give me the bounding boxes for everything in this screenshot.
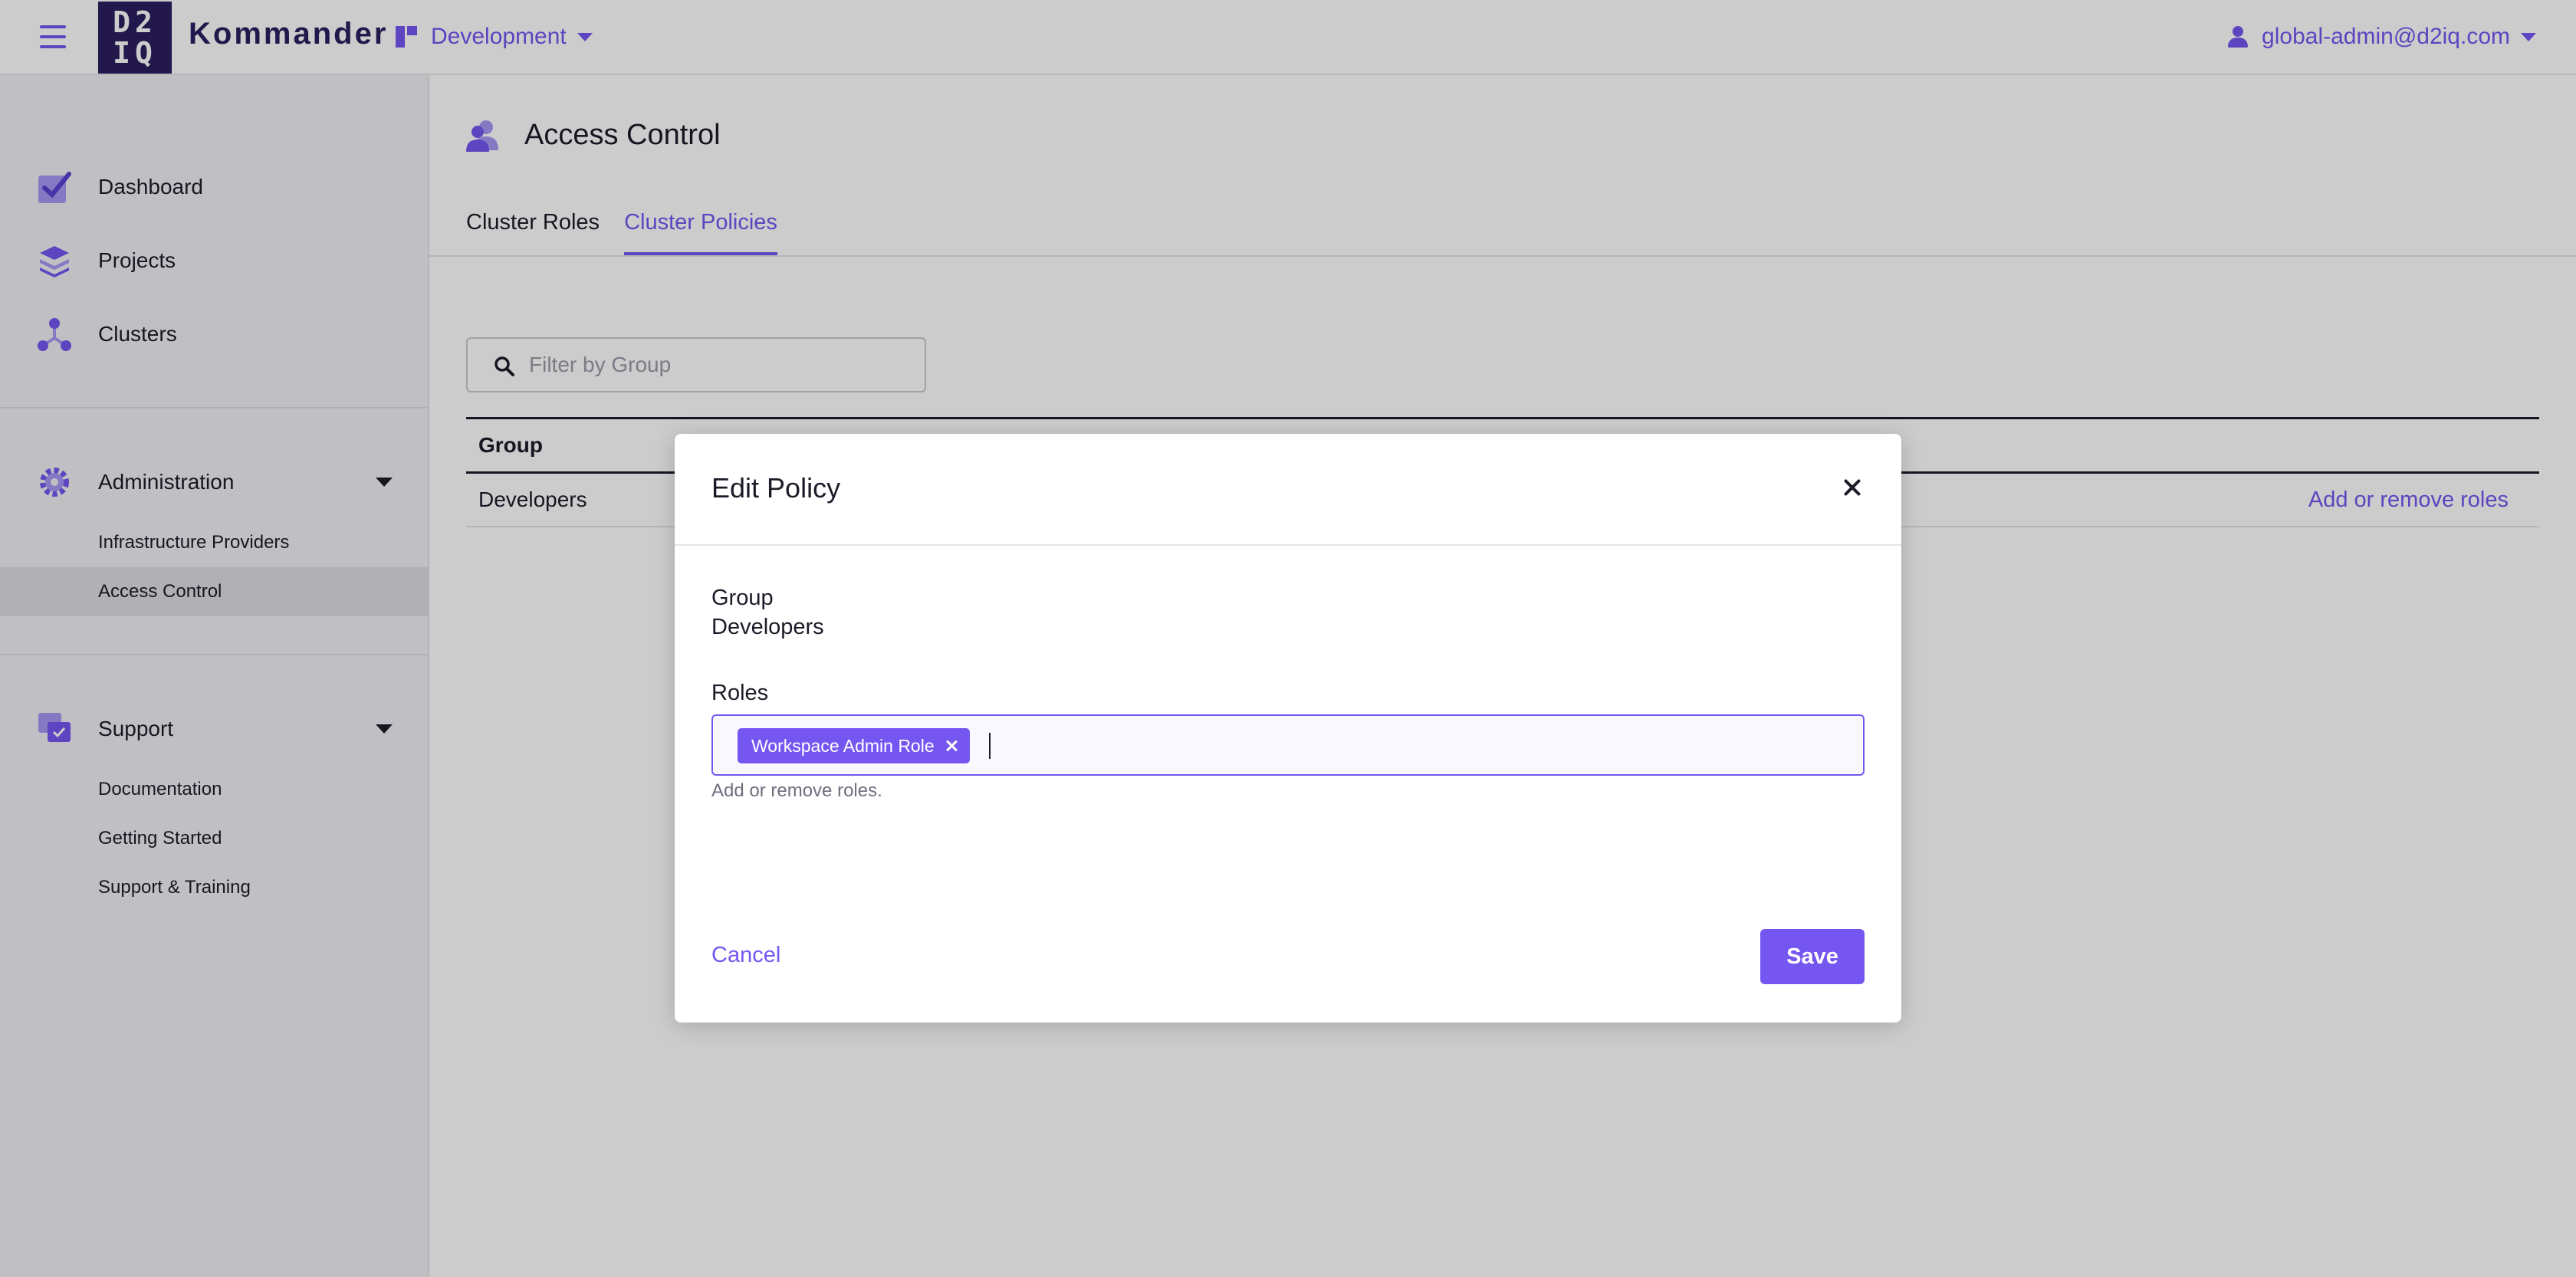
edit-policy-dialog: Edit Policy Group Developers Roles Works… bbox=[675, 434, 1901, 1023]
dialog-divider bbox=[675, 544, 1901, 546]
save-button[interactable]: Save bbox=[1760, 929, 1865, 984]
cancel-button[interactable]: Cancel bbox=[711, 943, 780, 968]
remove-role-icon[interactable] bbox=[945, 740, 958, 752]
group-label: Group bbox=[711, 586, 774, 610]
close-icon[interactable] bbox=[1837, 472, 1868, 503]
roles-help-text: Add or remove roles. bbox=[711, 780, 882, 801]
role-chip[interactable]: Workspace Admin Role bbox=[738, 728, 970, 763]
role-chip-label: Workspace Admin Role bbox=[751, 735, 935, 756]
dialog-title: Edit Policy bbox=[711, 472, 841, 504]
group-value: Developers bbox=[711, 615, 824, 639]
text-cursor bbox=[989, 733, 991, 759]
roles-input[interactable]: Workspace Admin Role bbox=[711, 714, 1865, 776]
roles-label: Roles bbox=[711, 681, 769, 705]
